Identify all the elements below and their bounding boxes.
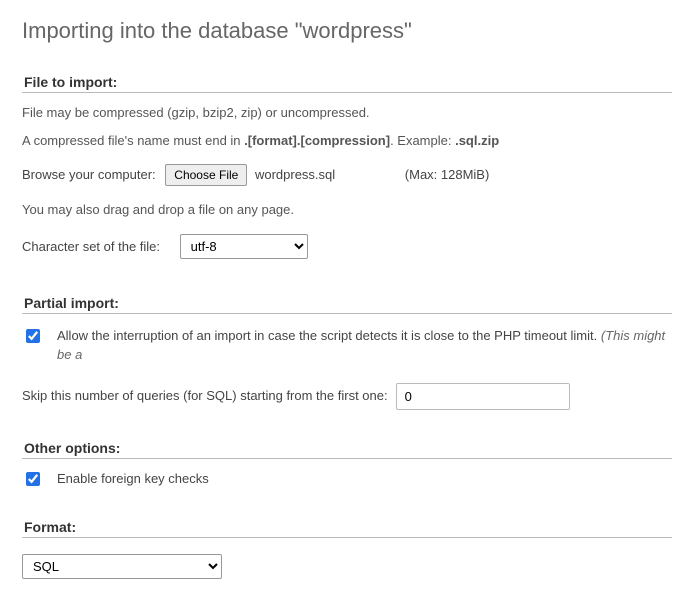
file-to-import-legend: File to import: [22,74,672,93]
skip-queries-label: Skip this number of queries (for SQL) st… [22,386,388,406]
hint2-mid: . Example: [390,133,455,148]
max-size-label: (Max: 128MiB) [405,167,490,182]
drag-drop-hint: You may also drag and drop a file on any… [22,200,672,220]
chosen-file-name: wordpress.sql [255,167,335,182]
compress-hint-1: File may be compressed (gzip, bzip2, zip… [22,103,672,123]
hint2-format: .[format].[compression] [244,133,390,148]
other-options-legend: Other options: [22,440,672,459]
hint2-prefix: A compressed file's name must end in [22,133,244,148]
partial-import-legend: Partial import: [22,295,672,314]
compress-hint-2: A compressed file's name must end in .[f… [22,131,672,151]
charset-label: Character set of the file: [22,237,160,257]
page-title: Importing into the database "wordpress" [22,18,672,44]
charset-select[interactable]: utf-8 [180,234,308,259]
allow-interruption-label: Allow the interruption of an import in c… [57,328,597,343]
foreign-key-checkbox[interactable] [26,472,40,486]
format-legend: Format: [22,519,672,538]
skip-queries-input[interactable] [396,383,570,410]
browse-label: Browse your computer: [22,165,156,185]
foreign-key-label: Enable foreign key checks [57,469,209,489]
hint2-example: .sql.zip [455,133,499,148]
allow-interruption-checkbox[interactable] [26,329,40,343]
choose-file-button[interactable]: Choose File [165,164,247,186]
